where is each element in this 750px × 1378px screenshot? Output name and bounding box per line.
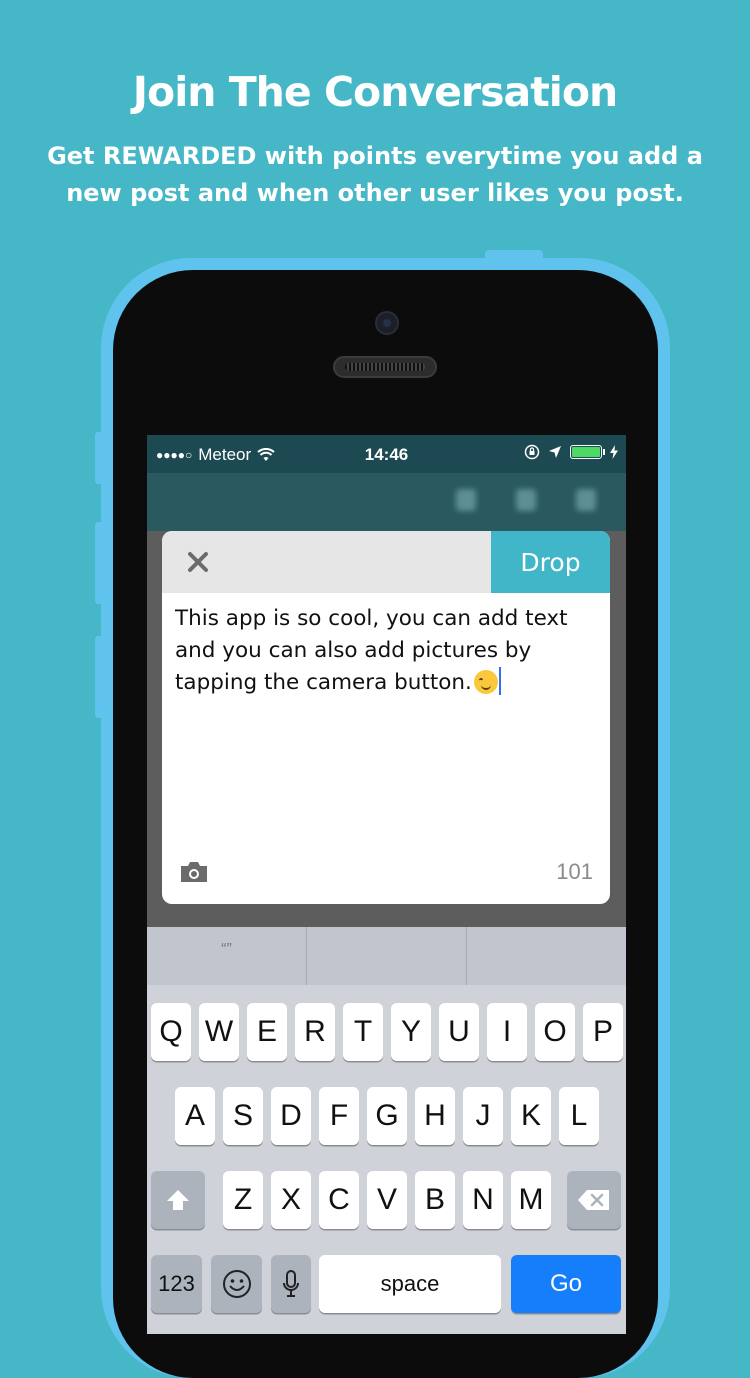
predictive-bar: “” (147, 927, 626, 985)
microphone-icon (283, 1270, 299, 1297)
key-u[interactable]: U (439, 1003, 479, 1061)
earpiece-speaker (333, 356, 437, 378)
emoji-key[interactable] (211, 1255, 262, 1313)
key-j[interactable]: J (463, 1087, 503, 1145)
key-s[interactable]: S (223, 1087, 263, 1145)
battery-icon (570, 445, 605, 459)
go-key[interactable]: Go (511, 1255, 621, 1313)
key-v[interactable]: V (367, 1171, 407, 1229)
key-t[interactable]: T (343, 1003, 383, 1061)
compose-card: Drop This app is so cool, you can add te… (162, 531, 610, 904)
key-o[interactable]: O (535, 1003, 575, 1061)
shift-key[interactable] (151, 1171, 205, 1229)
phone-screen: ●●●●○ Meteor 14:46 Drop This app is so c… (147, 435, 626, 1334)
key-c[interactable]: C (319, 1171, 359, 1229)
key-g[interactable]: G (367, 1087, 407, 1145)
key-k[interactable]: K (511, 1087, 551, 1145)
key-i[interactable]: I (487, 1003, 527, 1061)
suggestion-item[interactable]: “” (147, 927, 307, 985)
close-icon (188, 552, 208, 572)
backspace-icon (578, 1190, 609, 1210)
rotation-lock-icon (524, 444, 540, 460)
key-e[interactable]: E (247, 1003, 287, 1061)
post-text-field[interactable]: This app is so cool, you can add text an… (175, 603, 600, 699)
location-arrow-icon (549, 446, 561, 458)
front-camera (375, 311, 399, 335)
key-p[interactable]: P (583, 1003, 623, 1061)
status-bar: ●●●●○ Meteor 14:46 (147, 435, 626, 473)
dictation-key[interactable] (271, 1255, 311, 1313)
smiling-face-emoji (473, 670, 498, 694)
app-navbar (147, 473, 626, 531)
emoji-smiley-icon (222, 1270, 251, 1298)
key-m[interactable]: M (511, 1171, 551, 1229)
shift-arrow-icon (167, 1190, 189, 1210)
character-count: 101 (556, 859, 593, 884)
key-a[interactable]: A (175, 1087, 215, 1145)
key-b[interactable]: B (415, 1171, 455, 1229)
key-w[interactable]: W (199, 1003, 239, 1061)
key-h[interactable]: H (415, 1087, 455, 1145)
keyboard: “” Q W E R T Y U I O P A S D F G H J K L… (147, 927, 626, 1334)
text-caret (498, 667, 501, 695)
key-l[interactable]: L (559, 1087, 599, 1145)
nav-icon-blurred (576, 489, 596, 511)
nav-icon-blurred (516, 489, 536, 511)
key-q[interactable]: Q (151, 1003, 191, 1061)
compose-header: Drop (162, 531, 610, 593)
key-d[interactable]: D (271, 1087, 311, 1145)
space-key[interactable]: space (319, 1255, 501, 1313)
close-button[interactable] (182, 546, 214, 578)
drop-button[interactable]: Drop (491, 531, 610, 593)
backspace-key[interactable] (567, 1171, 621, 1229)
key-f[interactable]: F (319, 1087, 359, 1145)
key-r[interactable]: R (295, 1003, 335, 1061)
camera-button[interactable] (179, 860, 209, 884)
key-z[interactable]: Z (223, 1171, 263, 1229)
nav-icon-blurred (456, 489, 476, 511)
page-title: Join The Conversation (132, 68, 618, 116)
camera-icon (181, 862, 207, 882)
post-text-content: This app is so cool, you can add text an… (175, 606, 568, 695)
key-y[interactable]: Y (391, 1003, 431, 1061)
suggestion-item[interactable] (467, 927, 626, 985)
key-x[interactable]: X (271, 1171, 311, 1229)
app-title-blurred (172, 485, 179, 516)
page-subtitle: Get REWARDED with points everytime you a… (47, 142, 703, 207)
charging-bolt-icon (610, 445, 618, 459)
key-n[interactable]: N (463, 1171, 503, 1229)
numbers-key[interactable]: 123 (151, 1255, 202, 1313)
suggestion-item[interactable] (307, 927, 467, 985)
